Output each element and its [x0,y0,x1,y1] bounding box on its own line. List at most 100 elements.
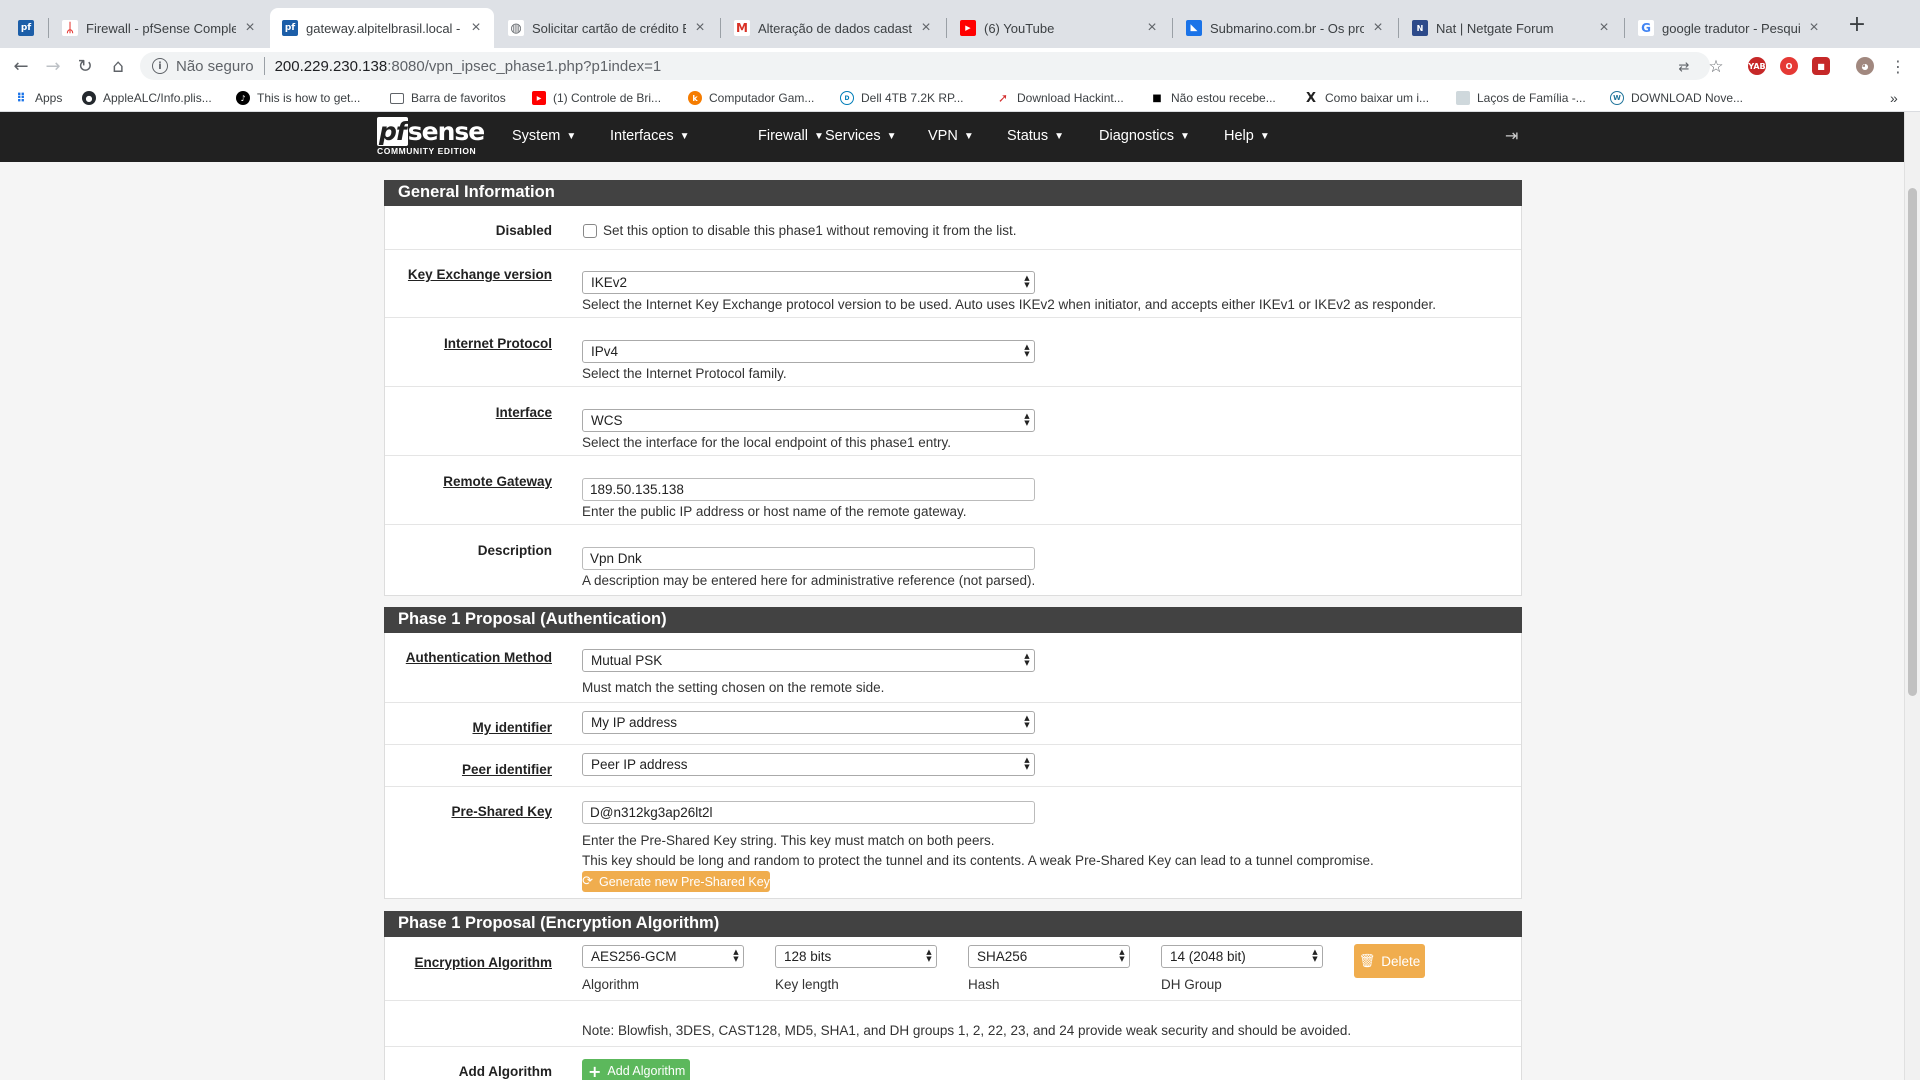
hash-select[interactable]: SHA256 ▲ ▼ [968,945,1130,968]
bookmark[interactable]: ● AppleALC/Info.plis... [82,89,212,107]
extension-icon[interactable]: ■ [1812,57,1830,75]
field-label[interactable]: My identifier [472,720,552,735]
home-icon[interactable]: ⌂ [106,54,130,78]
browser-tab[interactable]: ◣ Submarino.com.br - Os prod × [1174,8,1396,48]
browser-tab[interactable]: N Nat | Netgate Forum × [1400,8,1622,48]
bookmark-folder[interactable]: Barra de favoritos [390,89,506,107]
caret-down-icon: ▼ [1179,131,1190,142]
logout-icon[interactable]: ⇥ [1505,126,1523,145]
menu-icon[interactable]: ⋮ [1886,54,1910,78]
row-internet-protocol: Internet Protocol IPv4 ▲ ▼ Select the Inte… [385,318,1521,387]
field-label[interactable]: Interface [496,405,552,420]
pdf-icon: ᛦ [62,20,78,36]
browser-tab-active[interactable]: pf gateway.alpitelbrasil.local - × [270,8,494,48]
pfsense-navbar: pfsense COMMUNITY EDITION System ▼ Interf… [0,112,1904,162]
close-icon[interactable]: × [692,20,708,36]
reload-icon[interactable]: ↻ [73,54,97,78]
adblock-icon[interactable]: YAB [1748,57,1766,75]
bookmark[interactable]: ➚ Download Hackint... [996,89,1124,107]
caret-down-icon: ▼ [566,131,577,142]
new-tab-button[interactable]: + [1845,14,1869,38]
key-exchange-select[interactable]: IKEv2 ▲ ▼ [582,271,1035,294]
translate-icon[interactable]: ⇄ [1672,55,1696,79]
bookmark[interactable]: ■ Não estou recebe... [1150,89,1275,107]
field-label[interactable]: Key Exchange version [408,267,552,282]
row-add-algorithm: Add Algorithm + Add Algorithm [385,1047,1521,1080]
close-icon[interactable]: × [1370,20,1386,36]
field-label[interactable]: Authentication Method [406,650,552,665]
bookmark[interactable]: k Computador Gam... [688,89,814,107]
panel-auth: Authentication Method Mutual PSK ▲ ▼ Must … [384,633,1522,899]
menu-vpn[interactable]: VPN ▼ [928,128,974,144]
scrollbar-thumb[interactable] [1908,188,1917,696]
key-length-select[interactable]: 128 bits ▲ ▼ [775,945,937,968]
browser-tab-pinned[interactable]: pf [6,8,46,48]
close-icon[interactable]: × [918,20,934,36]
bookmark[interactable]: Laços de Família -... [1456,89,1586,107]
internet-protocol-select[interactable]: IPv4 ▲ ▼ [582,340,1035,363]
field-label[interactable]: Peer identifier [462,762,552,777]
close-icon[interactable]: × [1144,20,1160,36]
address-bar[interactable]: i Não seguro 200.229.230.138:8080/vpn_ip… [140,52,1710,80]
select-arrows-icon: ▲ ▼ [1119,948,1125,963]
bookmark-apps[interactable]: ⠿ Apps [14,89,62,107]
bookmark[interactable]: X Como baixar um i... [1304,89,1429,107]
field-label[interactable]: Remote Gateway [443,474,552,489]
browser-tab[interactable]: G google tradutor - Pesquisa G × [1626,8,1832,48]
field-label[interactable]: Pre-Shared Key [451,804,552,819]
close-icon[interactable]: × [468,20,484,36]
field-label[interactable]: Internet Protocol [444,336,552,351]
my-identifier-select[interactable]: My IP address ▲ ▼ [582,711,1035,734]
back-icon[interactable]: ← [9,54,33,78]
row-weak-note: Note: Blowfish, 3DES, CAST128, MD5, SHA1… [385,1001,1521,1047]
menu-status[interactable]: Status ▼ [1007,128,1064,144]
more-bookmarks-icon[interactable]: » [1890,89,1898,107]
bookmark[interactable]: W DOWNLOAD Nove... [1610,89,1743,107]
info-icon[interactable]: i [152,58,168,74]
menu-diagnostics[interactable]: Diagnostics ▼ [1099,128,1190,144]
opera-icon[interactable]: O [1780,57,1798,75]
disabled-checkbox[interactable] [583,224,597,238]
menu-services[interactable]: Services ▼ [825,128,897,144]
field-label[interactable]: Encryption Algorithm [415,955,553,970]
browser-tab[interactable]: ᛦ Firewall - pfSense Complete × [50,8,268,48]
wordpress-icon: W [1610,91,1624,105]
menu-system[interactable]: System ▼ [512,128,576,144]
avatar[interactable]: ◕ [1856,57,1874,75]
algorithm-select[interactable]: AES256-GCM ▲ ▼ [582,945,744,968]
close-icon[interactable]: × [242,20,258,36]
add-algorithm-button[interactable]: + Add Algorithm [582,1059,690,1080]
generate-psk-button[interactable]: ⟳ Generate new Pre-Shared Key [582,871,770,892]
pre-shared-key-input[interactable]: D@n312kg3ap26lt2l [582,801,1035,824]
select-arrows-icon: ▲ ▼ [1024,274,1030,289]
trash-icon: 🗑 [1358,953,1376,969]
bookmark[interactable]: D Dell 4TB 7.2K RP... [840,89,964,107]
caret-down-icon: ▼ [679,131,690,142]
menu-firewall[interactable]: Firewall ▼ [758,128,824,144]
peer-identifier-select[interactable]: Peer IP address ▲ ▼ [582,753,1035,776]
pfsense-logo[interactable]: pfsense COMMUNITY EDITION [377,117,487,158]
bookmark[interactable]: ▶ (1) Controle de Bri... [532,89,661,107]
bookmarks-bar: ⠿ Apps ● AppleALC/Info.plis... ♪ This is… [0,84,1920,112]
youtube-icon: ▶ [960,20,976,36]
remote-gateway-input[interactable]: 189.50.135.138 [582,478,1035,501]
close-icon[interactable]: × [1806,20,1822,36]
dh-group-select[interactable]: 14 (2048 bit) ▲ ▼ [1161,945,1323,968]
select-arrows-icon: ▲ ▼ [733,948,739,963]
menu-help[interactable]: Help ▼ [1224,128,1270,144]
forward-icon[interactable]: → [41,54,65,78]
browser-tab[interactable]: M Alteração de dados cadastr × [722,8,944,48]
close-icon[interactable]: × [1596,20,1612,36]
browser-tab[interactable]: ▶ (6) YouTube × [948,8,1170,48]
interface-select[interactable]: WCS ▲ ▼ [582,409,1035,432]
row-my-identifier: My identifier My IP address ▲ ▼ [385,703,1521,745]
description-input[interactable]: Vpn Dnk [582,547,1035,570]
github-icon: ● [82,91,96,105]
bookmark[interactable]: ♪ This is how to get... [236,89,360,107]
browser-tab[interactable]: ◍ Solicitar cartão de crédito B × [496,8,718,48]
star-icon[interactable]: ☆ [1704,55,1728,79]
security-status: Não seguro [176,57,254,75]
menu-interfaces[interactable]: Interfaces ▼ [610,128,690,144]
delete-button[interactable]: 🗑 Delete [1354,944,1425,978]
auth-method-select[interactable]: Mutual PSK ▲ ▼ [582,649,1035,672]
